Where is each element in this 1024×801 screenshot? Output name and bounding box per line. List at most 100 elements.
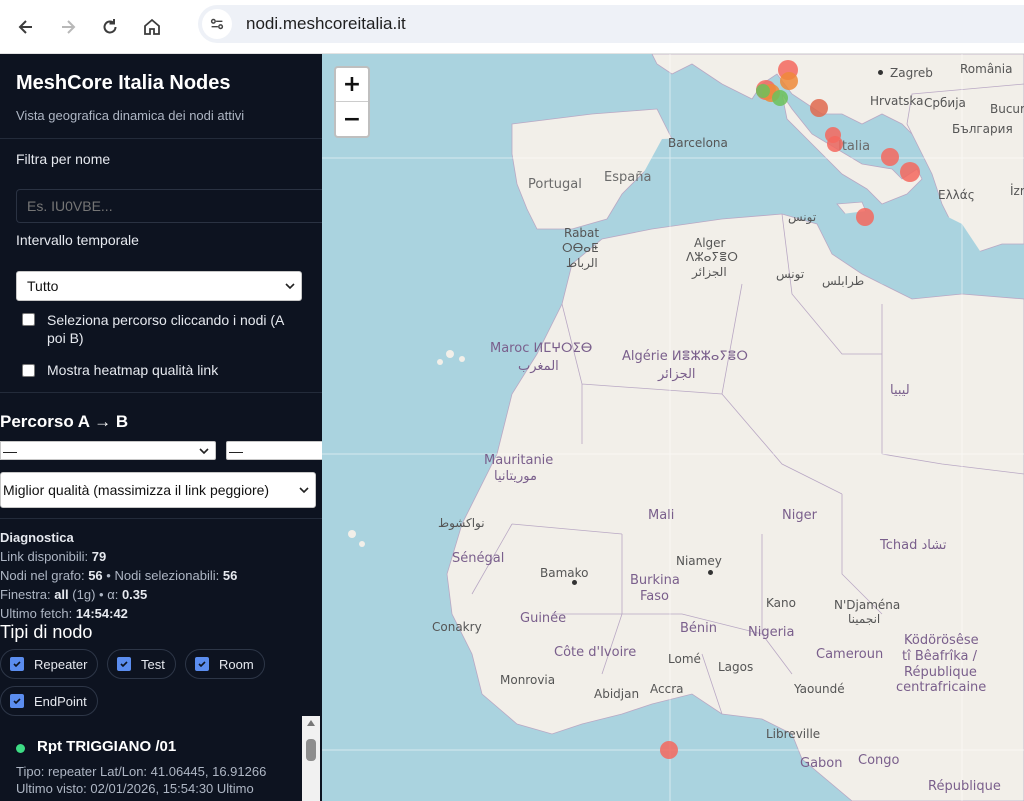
path-b-select[interactable]: — <box>226 441 322 460</box>
map-label-nouakchott-ar: نواكشوط <box>438 516 485 530</box>
scroll-thumb[interactable] <box>306 739 316 761</box>
map-label-maroc-ar: المغرب <box>518 359 559 374</box>
map-label-nigeria: Nigeria <box>748 625 795 640</box>
node-marker[interactable] <box>660 741 678 759</box>
map-label-bucuresti: Bucure <box>990 102 1024 116</box>
diag-nodes: Nodi nel grafo: 56 • Nodi selezionabili:… <box>0 568 238 583</box>
path-a-value: — <box>3 442 17 459</box>
filter-input[interactable] <box>16 189 322 223</box>
city-dot <box>878 70 883 75</box>
map-label-tchad: Tchad تشاد <box>880 538 947 553</box>
node-type-repeater[interactable]: Repeater <box>0 649 99 679</box>
map-label-conakry: Conakry <box>432 620 482 634</box>
map-label-cote: Côte d'Ivoire <box>554 645 637 660</box>
map-label-gabon: Gabon <box>800 756 843 771</box>
map-label-srbija: Србија <box>924 96 966 110</box>
node-details: Tipo: repeater Lat/Lon: 41.06445, 16.912… <box>16 764 267 779</box>
interval-select[interactable]: Tutto <box>16 271 302 301</box>
node-type-room[interactable]: Room <box>185 649 265 679</box>
node-marker[interactable] <box>856 208 874 226</box>
node-type-test[interactable]: Test <box>107 649 176 679</box>
zoom-control: + − <box>334 66 370 138</box>
path-mode-select[interactable]: Miglior qualità (massimizza il link pegg… <box>0 472 316 508</box>
divider <box>0 392 322 393</box>
node-list-scrollbar[interactable] <box>302 716 320 801</box>
scroll-up-arrow-icon[interactable] <box>307 720 315 726</box>
app-title: MeshCore Italia Nodes <box>16 72 231 94</box>
forward-icon[interactable] <box>52 11 84 43</box>
map-label-algerie: Algérie ⵍⴻⵣⵣⴰⵢⴻⵔ <box>622 349 748 364</box>
map-label-mauritanie: Mauritanie <box>484 453 554 468</box>
chevron-down-icon <box>199 447 209 454</box>
node-marker[interactable] <box>780 72 798 90</box>
map-label-accra: Accra <box>650 682 684 696</box>
map-label-monrovia: Monrovia <box>500 673 556 687</box>
map-label-bea: tî Bêafrîka / <box>902 649 978 664</box>
heatmap-toggle[interactable]: Mostra heatmap qualità link <box>22 362 218 378</box>
zoom-in-button[interactable]: + <box>336 68 368 102</box>
map-label-kano: Kano <box>766 596 796 610</box>
node-marker[interactable] <box>827 136 843 152</box>
diag-last-fetch: Ultimo fetch: 14:54:42 <box>0 606 128 621</box>
heatmap-label: Mostra heatmap qualità link <box>47 362 219 378</box>
zoom-out-button[interactable]: − <box>336 102 368 136</box>
diag-links: Link disponibili: 79 <box>0 549 107 564</box>
interval-label: Intervallo temporale <box>16 232 139 248</box>
diagnostics-heading: Diagnostica <box>0 530 74 545</box>
map-label-barcelona: Barcelona <box>668 136 728 150</box>
map-label-abidjan: Abidjan <box>594 687 640 701</box>
path-mode-value: Miglior qualità (massimizza il link pegg… <box>3 482 270 498</box>
map-label-rabat-tif: ⵔⴱⴰⵟ <box>562 241 599 255</box>
map-label-cameroun: Cameroun <box>816 647 884 662</box>
checkbox-checked-icon[interactable] <box>10 657 24 671</box>
node-name[interactable]: Rpt TRIGGIANO /01 <box>37 738 176 755</box>
map-label-lome: Lomé <box>668 652 701 666</box>
map-label-romania: România <box>960 62 1013 76</box>
map-label-izmir: İzr <box>1010 184 1024 198</box>
checkbox-checked-icon[interactable] <box>10 694 24 708</box>
back-icon[interactable] <box>10 11 42 43</box>
site-settings-icon[interactable] <box>202 9 232 39</box>
node-marker[interactable] <box>900 162 920 182</box>
map-label-kodorosese: Ködörösêse <box>904 633 979 648</box>
path-b-value: — <box>229 442 243 459</box>
map-label-benin: Bénin <box>680 621 718 636</box>
map-label-mauritanie-ar: موريتانيا <box>494 469 537 484</box>
address-bar[interactable]: nodi.meshcoreitalia.it <box>198 5 1024 43</box>
map-label-libya-ar: ليبيا <box>890 383 910 398</box>
node-list: Rpt TRIGGIANO /01 Tipo: repeater Lat/Lon… <box>0 714 322 801</box>
map-label-faso: Faso <box>640 589 669 604</box>
path-select-toggle[interactable]: Seleziona percorso cliccando i nodi (A p… <box>22 311 302 347</box>
path-select-label: Seleziona percorso cliccando i nodi (A p… <box>47 312 284 346</box>
map-label-niger: Niger <box>782 508 817 523</box>
map-label-burkina: Burkina <box>630 573 680 588</box>
map-label-mali: Mali <box>648 508 675 523</box>
map-label-rabat-ar: الرباط <box>566 256 598 270</box>
reload-icon[interactable] <box>94 11 126 43</box>
map-view[interactable]: Zagreb România Hrvatska Србија Bucure Бъ… <box>322 54 1024 801</box>
checkbox-checked-icon[interactable] <box>195 657 209 671</box>
map-label-guinee: Guinée <box>520 611 567 626</box>
path-heading: Percorso A → B <box>0 412 129 431</box>
checkbox-checked-icon[interactable] <box>117 657 131 671</box>
diagnostics-panel: Diagnostica Link disponibili: 79 Nodi ne… <box>0 528 237 623</box>
city-dot <box>572 580 577 585</box>
path-a-select[interactable]: — <box>0 441 216 460</box>
path-select-checkbox[interactable] <box>22 313 35 326</box>
map-label-tunisia-ar: تونس <box>776 267 805 281</box>
map-label-ellas: Ελλάς <box>938 188 975 202</box>
node-type-endpoint[interactable]: EndPoint <box>0 686 98 716</box>
node-marker[interactable] <box>810 99 828 117</box>
map-label-bamako: Bamako <box>540 566 589 580</box>
map-label-algerie-ar: الجزائر <box>658 367 696 382</box>
node-marker[interactable] <box>772 90 788 106</box>
map-label-centrafricaine: centrafricaine <box>896 680 987 695</box>
app-subtitle: Vista geografica dinamica dei nodi attiv… <box>16 108 245 123</box>
heatmap-checkbox[interactable] <box>22 364 35 377</box>
home-icon[interactable] <box>136 11 168 43</box>
sidebar: MeshCore Italia Nodes Vista geografica d… <box>0 54 322 801</box>
node-marker[interactable] <box>756 84 770 98</box>
map-label-congo: Congo <box>858 753 900 768</box>
city-dot <box>708 570 713 575</box>
node-marker[interactable] <box>881 148 899 166</box>
